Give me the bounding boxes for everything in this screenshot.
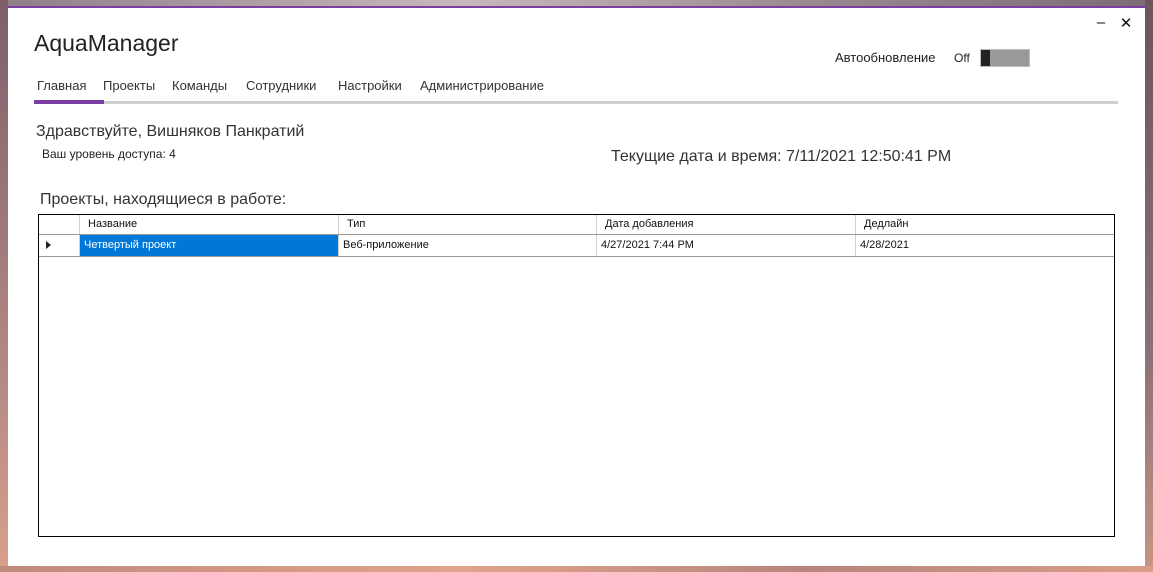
- autoupdate-label: Автообновление: [835, 50, 936, 65]
- cell-project-type[interactable]: Веб-приложение: [339, 235, 597, 256]
- grid-header: Название Тип Дата добавления Дедлайн: [39, 215, 1114, 235]
- column-header-name[interactable]: Название: [80, 215, 339, 234]
- greeting-text: Здравствуйте, Вишняков Панкратий: [36, 123, 305, 140]
- row-header[interactable]: [39, 235, 80, 256]
- desktop-background-right: [1145, 0, 1153, 572]
- app-window: AquaManager – ✕ Автообновление Off Главн…: [8, 6, 1145, 566]
- cell-date-added[interactable]: 4/27/2021 7:44 PM: [597, 235, 856, 256]
- row-header-corner: [39, 215, 80, 234]
- autoupdate-state: Off: [954, 51, 970, 65]
- tab-home[interactable]: Главная: [37, 78, 86, 93]
- toggle-thumb[interactable]: [981, 50, 990, 66]
- tab-underline: [34, 101, 1118, 104]
- minimize-button[interactable]: –: [1091, 14, 1111, 31]
- tab-teams[interactable]: Команды: [172, 78, 227, 93]
- cell-deadline[interactable]: 4/28/2021: [856, 235, 1114, 256]
- active-projects-title: Проекты, находящиеся в работе:: [40, 191, 287, 208]
- tab-employees[interactable]: Сотрудники: [246, 78, 316, 93]
- table-row[interactable]: Четвертый проект Веб-приложение 4/27/202…: [39, 235, 1114, 257]
- projects-grid[interactable]: Название Тип Дата добавления Дедлайн Чет…: [38, 214, 1115, 537]
- cell-project-name[interactable]: Четвертый проект: [80, 235, 339, 256]
- autoupdate-toggle[interactable]: [980, 49, 1030, 67]
- access-level-text: Ваш уровень доступа: 4: [42, 147, 176, 161]
- column-header-deadline[interactable]: Дедлайн: [856, 215, 1114, 234]
- current-row-arrow-icon: [46, 241, 51, 249]
- tab-projects[interactable]: Проекты: [103, 78, 155, 93]
- tab-active-indicator: [34, 100, 104, 104]
- desktop-background-left: [0, 0, 8, 572]
- app-title: AquaManager: [34, 30, 179, 56]
- current-datetime: Текущие дата и время: 7/11/2021 12:50:41…: [611, 148, 952, 165]
- tab-settings[interactable]: Настройки: [338, 78, 402, 93]
- tab-administration[interactable]: Администрирование: [420, 78, 544, 93]
- column-header-date-added[interactable]: Дата добавления: [597, 215, 856, 234]
- close-button[interactable]: ✕: [1116, 14, 1136, 32]
- desktop-background-bottom: [0, 566, 1153, 572]
- column-header-type[interactable]: Тип: [339, 215, 597, 234]
